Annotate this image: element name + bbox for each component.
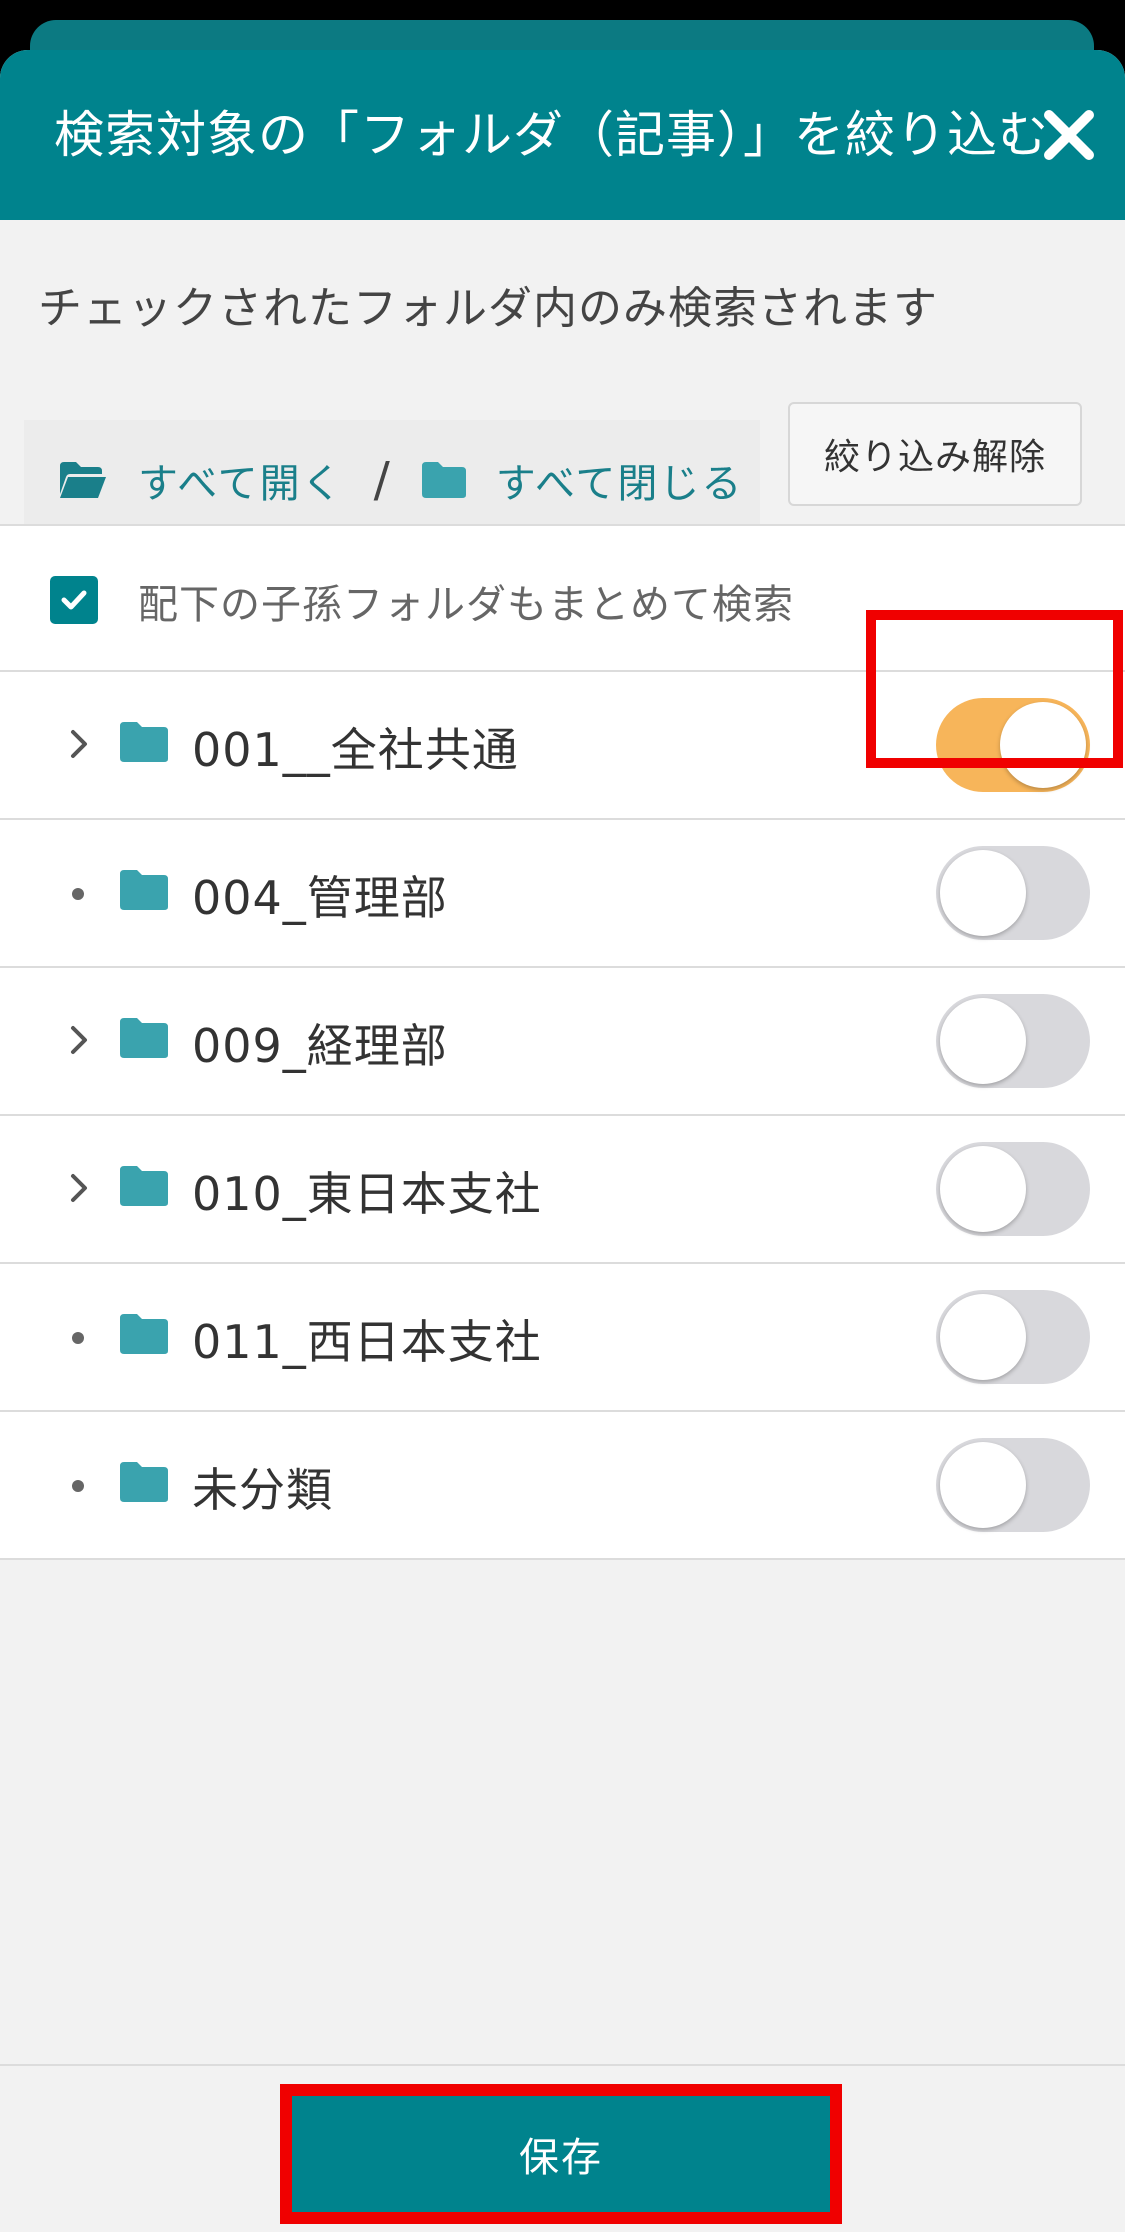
close-icon — [1044, 110, 1094, 160]
close-button[interactable] — [1036, 102, 1102, 168]
folder-row[interactable]: 001__全社共通 — [0, 672, 1125, 820]
toggle-knob — [940, 1294, 1026, 1380]
collapse-all-label: すべて閉じる — [495, 461, 744, 507]
folder-label: 001__全社共通 — [192, 723, 519, 777]
folder-label: 011_西日本支社 — [192, 1315, 542, 1369]
chevron-right-icon[interactable] — [60, 724, 100, 764]
save-button[interactable]: 保存 — [292, 2096, 830, 2212]
folder-toggle-switch[interactable] — [936, 1290, 1090, 1384]
expand-all-label: すべて開く — [138, 461, 344, 507]
expand-collapse-bar: すべて開く / すべて閉じる — [24, 420, 760, 540]
folder-toggle-switch[interactable] — [936, 994, 1090, 1088]
folder-filter-modal: 検索対象の「フォルダ（記事）」を絞り込む チェックされたフォルダ内のみ検索されま… — [0, 50, 1125, 2232]
folder-open-icon — [60, 462, 106, 498]
modal-title: 検索対象の「フォルダ（記事）」を絞り込む — [54, 106, 1049, 164]
toggle-knob — [1000, 702, 1086, 788]
collapse-all-button[interactable]: すべて閉じる — [420, 451, 744, 509]
include-descendants-checkbox[interactable] — [50, 576, 98, 624]
toggle-knob — [940, 1146, 1026, 1232]
folder-list: 配下の子孫フォルダもまとめて検索 001__全社共通 004_管理部 009_経… — [0, 524, 1125, 1560]
folder-toggle-switch[interactable] — [936, 698, 1090, 792]
folder-icon — [120, 1314, 168, 1354]
modal-header: 検索対象の「フォルダ（記事）」を絞り込む — [0, 50, 1125, 220]
folder-icon — [421, 462, 466, 498]
include-descendants-row: 配下の子孫フォルダもまとめて検索 — [0, 526, 1125, 672]
folder-row[interactable]: 010_東日本支社 — [0, 1116, 1125, 1264]
expand-all-button[interactable]: すべて開く — [58, 451, 344, 509]
chevron-right-icon[interactable] — [60, 1168, 100, 1208]
folder-icon — [120, 1166, 168, 1206]
modal-footer: 保存 — [0, 2064, 1125, 2232]
chevron-right-icon[interactable] — [60, 1020, 100, 1060]
folder-icon — [120, 722, 168, 762]
bullet-icon — [72, 1332, 84, 1344]
folder-label: 010_東日本支社 — [192, 1167, 542, 1221]
folder-label: 未分類 — [192, 1463, 333, 1517]
folder-icon — [120, 1462, 168, 1502]
folder-row[interactable]: 011_西日本支社 — [0, 1264, 1125, 1412]
folder-icon — [120, 870, 168, 910]
toggle-knob — [940, 850, 1026, 936]
separator: / — [373, 452, 390, 508]
folder-row[interactable]: 未分類 — [0, 1412, 1125, 1560]
toggle-knob — [940, 1442, 1026, 1528]
include-descendants-label: 配下の子孫フォルダもまとめて検索 — [138, 582, 794, 628]
folder-toggle-switch[interactable] — [936, 1142, 1090, 1236]
checkmark-icon — [61, 590, 87, 610]
filter-description: チェックされたフォルダ内のみ検索されます — [38, 283, 938, 334]
bullet-icon — [72, 1480, 84, 1492]
save-button-highlight[interactable]: 保存 — [280, 2084, 842, 2224]
folder-label: 004_管理部 — [192, 871, 448, 925]
bullet-icon — [72, 888, 84, 900]
folder-toggle-switch[interactable] — [936, 846, 1090, 940]
folder-row[interactable]: 004_管理部 — [0, 820, 1125, 968]
toggle-knob — [940, 998, 1026, 1084]
folder-row[interactable]: 009_経理部 — [0, 968, 1125, 1116]
folder-label: 009_経理部 — [192, 1019, 448, 1073]
folder-icon — [120, 1018, 168, 1058]
folder-toggle-switch[interactable] — [936, 1438, 1090, 1532]
reset-filter-button[interactable]: 絞り込み解除 — [788, 402, 1082, 506]
